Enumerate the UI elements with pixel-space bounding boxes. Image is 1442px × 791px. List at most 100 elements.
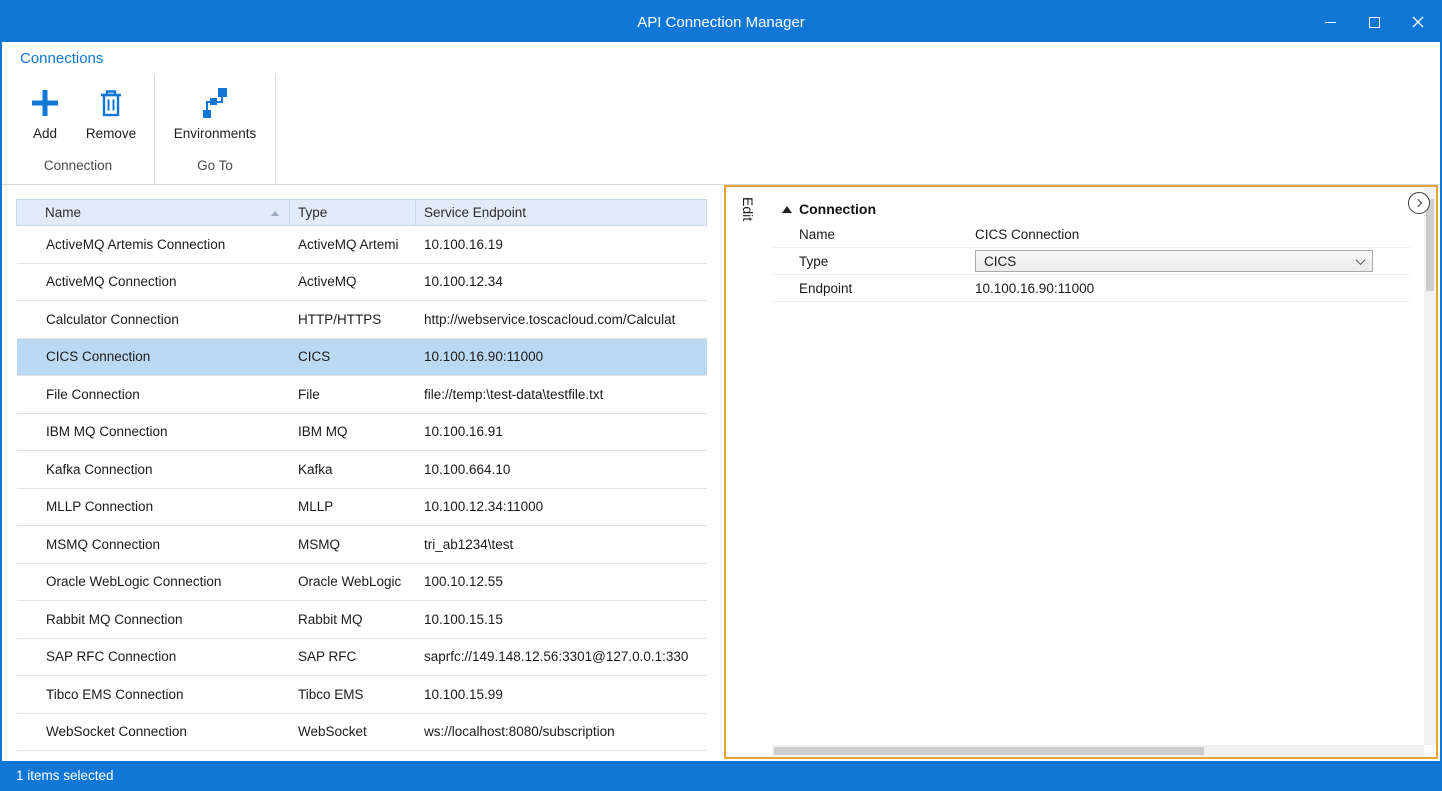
cell-connection-name: Kafka Connection [17, 462, 290, 477]
table-row[interactable]: MSMQ Connection MSMQ tri_ab1234\test [17, 526, 707, 564]
table-body: ActiveMQ Artemis Connection ActiveMQ Art… [16, 226, 707, 751]
table-row[interactable]: ActiveMQ Connection ActiveMQ 10.100.12.3… [17, 264, 707, 302]
type-dropdown[interactable]: CICS [975, 250, 1373, 272]
cell-connection-type: MLLP [290, 499, 416, 514]
name-field-value[interactable]: CICS Connection [975, 227, 1410, 242]
window-title: API Connection Manager [2, 14, 1440, 31]
column-header-type-label: Type [298, 205, 327, 220]
cell-service-endpoint: 10.100.12.34 [416, 274, 707, 289]
cell-connection-name: MLLP Connection [17, 499, 290, 514]
app-window: API Connection Manager Connections [0, 0, 1442, 791]
cell-service-endpoint: 10.100.16.91 [416, 424, 707, 439]
edit-panel: Edit Connection Name CICS Connection [724, 185, 1438, 759]
table-row[interactable]: Tibco EMS Connection Tibco EMS 10.100.15… [17, 676, 707, 714]
vertical-scrollbar-thumb[interactable] [1426, 199, 1434, 291]
trash-icon [93, 84, 129, 122]
edit-tab-strip: Edit [726, 187, 772, 757]
form-row-name: Name CICS Connection [772, 221, 1410, 248]
table-row[interactable]: Calculator Connection HTTP/HTTPS http://… [17, 301, 707, 339]
chevron-down-icon [1356, 255, 1366, 265]
title-bar: API Connection Manager [2, 2, 1440, 42]
form-group-header[interactable]: Connection [772, 197, 1410, 221]
horizontal-scrollbar[interactable] [772, 745, 1424, 757]
window-controls [1308, 2, 1440, 42]
cell-connection-type: Oracle WebLogic [290, 574, 416, 589]
connection-form: Connection Name CICS Connection Type CIC… [772, 197, 1410, 302]
environments-button-label: Environments [174, 126, 257, 141]
panel-collapse-button[interactable] [1408, 192, 1430, 214]
cell-service-endpoint: 10.100.15.99 [416, 687, 707, 702]
type-dropdown-value: CICS [984, 254, 1016, 269]
remove-button[interactable]: Remove [78, 80, 144, 141]
maximize-icon [1369, 17, 1380, 28]
ribbon-tab-row: Connections [2, 42, 1440, 74]
cell-connection-name: ActiveMQ Connection [17, 274, 290, 289]
main-area: Name Type Service Endpoint ActiveMQ Arte… [2, 185, 1440, 761]
cell-connection-type: CICS [290, 349, 416, 364]
cell-connection-name: MSMQ Connection [17, 537, 290, 552]
cell-connection-type: IBM MQ [290, 424, 416, 439]
cell-service-endpoint: 10.100.16.90:11000 [416, 349, 707, 364]
environments-diagram-icon [197, 84, 233, 122]
horizontal-scrollbar-thumb[interactable] [774, 747, 1204, 755]
add-button[interactable]: Add [12, 80, 78, 141]
table-row[interactable]: Kafka Connection Kafka 10.100.664.10 [17, 451, 707, 489]
vertical-scrollbar[interactable] [1424, 187, 1436, 745]
cell-connection-type: File [290, 387, 416, 402]
close-icon [1412, 16, 1424, 28]
cell-connection-name: WebSocket Connection [17, 724, 290, 739]
table-row[interactable]: WebSocket Connection WebSocket ws://loca… [17, 714, 707, 752]
cell-connection-name: ActiveMQ Artemis Connection [17, 237, 290, 252]
group-label-goto: Go To [155, 158, 275, 184]
ribbon: Connections Add [2, 42, 1440, 185]
sort-ascending-icon [271, 211, 279, 216]
maximize-button[interactable] [1352, 2, 1396, 42]
endpoint-field-value[interactable]: 10.100.16.90:11000 [975, 281, 1410, 296]
cell-connection-name: Rabbit MQ Connection [17, 612, 290, 627]
column-header-endpoint[interactable]: Service Endpoint [416, 200, 706, 225]
cell-service-endpoint: 10.100.12.34:11000 [416, 499, 707, 514]
cell-connection-type: WebSocket [290, 724, 416, 739]
status-bar: 1 items selected [2, 761, 1440, 789]
ribbon-group-goto: Environments Go To [155, 74, 276, 184]
form-group-title: Connection [799, 201, 876, 217]
endpoint-field-label: Endpoint [772, 281, 975, 296]
name-field-label: Name [772, 227, 975, 242]
cell-service-endpoint: ws://localhost:8080/subscription [416, 724, 707, 739]
cell-connection-name: IBM MQ Connection [17, 424, 290, 439]
table-row[interactable]: SAP RFC Connection SAP RFC saprfc://149.… [17, 639, 707, 677]
close-button[interactable] [1396, 2, 1440, 42]
cell-service-endpoint: saprfc://149.148.12.56:3301@127.0.0.1:33… [416, 649, 707, 664]
cell-connection-type: ActiveMQ Artemi [290, 237, 416, 252]
column-header-name[interactable]: Name [17, 200, 290, 225]
cell-connection-type: Rabbit MQ [290, 612, 416, 627]
cell-service-endpoint: file://temp:\test-data\testfile.txt [416, 387, 707, 402]
status-text: 1 items selected [16, 768, 114, 783]
table-row[interactable]: IBM MQ Connection IBM MQ 10.100.16.91 [17, 414, 707, 452]
tab-edit[interactable]: Edit [740, 187, 756, 221]
type-field-value-wrap: CICS [975, 250, 1410, 272]
cell-service-endpoint: http://webservice.toscacloud.com/Calcula… [416, 312, 707, 327]
table-row[interactable]: ActiveMQ Artemis Connection ActiveMQ Art… [17, 226, 707, 264]
column-header-type[interactable]: Type [290, 200, 416, 225]
environments-button[interactable]: Environments [165, 80, 265, 141]
cell-service-endpoint: tri_ab1234\test [416, 537, 707, 552]
table-row[interactable]: MLLP Connection MLLP 10.100.12.34:11000 [17, 489, 707, 527]
chevron-right-icon [1414, 199, 1422, 207]
minimize-button[interactable] [1308, 2, 1352, 42]
cell-connection-type: MSMQ [290, 537, 416, 552]
form-row-type: Type CICS [772, 248, 1410, 275]
group-label-connection: Connection [2, 158, 154, 184]
cell-connection-name: Tibco EMS Connection [17, 687, 290, 702]
cell-connection-type: Tibco EMS [290, 687, 416, 702]
table-row[interactable]: Oracle WebLogic Connection Oracle WebLog… [17, 564, 707, 602]
table-row[interactable]: Rabbit MQ Connection Rabbit MQ 10.100.15… [17, 601, 707, 639]
column-header-name-label: Name [45, 205, 81, 220]
cell-service-endpoint: 100.10.12.55 [416, 574, 707, 589]
remove-button-label: Remove [86, 126, 136, 141]
table-row[interactable]: File Connection File file://temp:\test-d… [17, 376, 707, 414]
group-expander-icon [782, 206, 792, 213]
cell-connection-name: File Connection [17, 387, 290, 402]
table-row[interactable]: CICS Connection CICS 10.100.16.90:11000 [17, 339, 707, 377]
tab-connections[interactable]: Connections [20, 50, 103, 67]
